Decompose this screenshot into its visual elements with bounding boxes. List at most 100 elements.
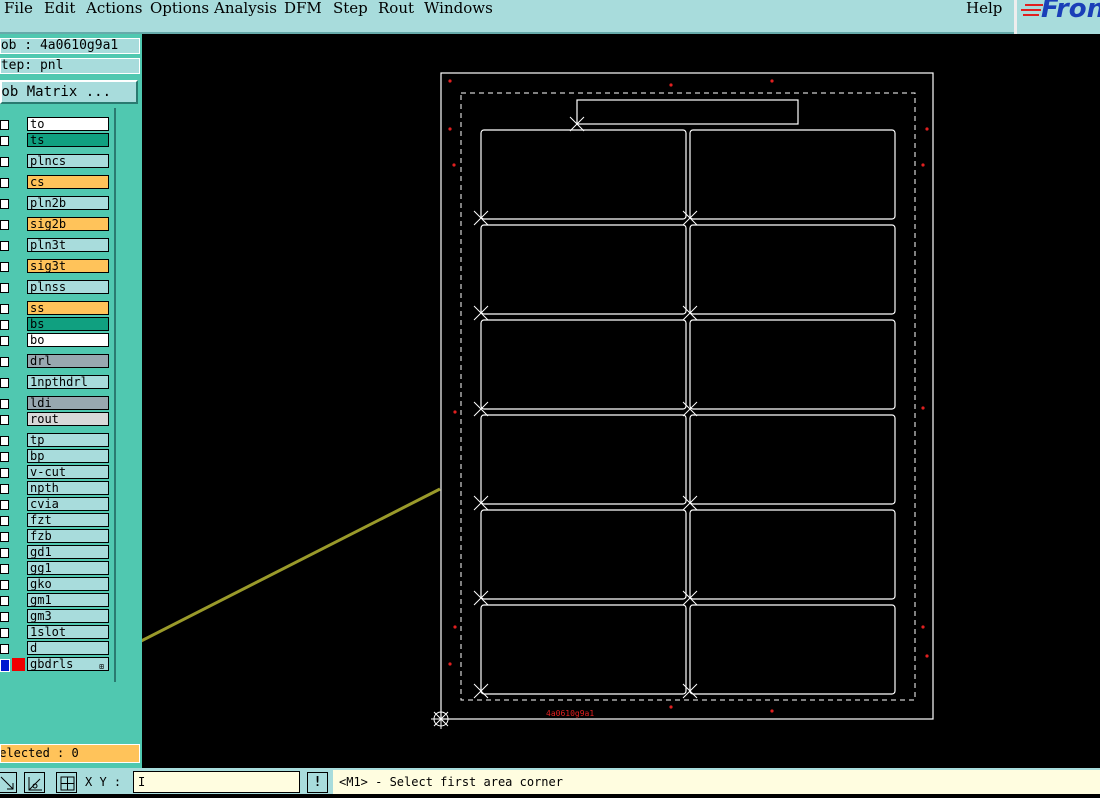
layer-row-drl[interactable]: drl	[0, 354, 112, 369]
layer-name[interactable]: d	[27, 641, 109, 655]
layer-checkbox[interactable]	[0, 399, 9, 409]
layer-row-gd1[interactable]: gd1	[0, 545, 112, 560]
layer-row-gbdrls[interactable]: gbdrls ⊞	[0, 657, 112, 672]
layer-name[interactable]: sig3t	[27, 259, 109, 273]
layer-checkbox[interactable]	[0, 580, 9, 590]
expand-icon[interactable]: ⊞	[99, 661, 104, 670]
layer-row-cs[interactable]: cs	[0, 175, 112, 190]
layer-name[interactable]: cs	[27, 175, 109, 189]
layer-checkbox[interactable]	[0, 136, 9, 146]
grid-tool-icon[interactable]	[56, 772, 77, 793]
layer-row-1npthdrl[interactable]: 1npthdrl	[0, 375, 112, 390]
layer-row-bp[interactable]: bp	[0, 449, 112, 464]
layer-row-v-cut[interactable]: v-cut	[0, 465, 112, 480]
layer-checkbox[interactable]	[0, 241, 9, 251]
layer-row-ss[interactable]: ss	[0, 301, 112, 316]
work-layer-indicator[interactable]	[12, 658, 25, 671]
menu-rout[interactable]: Rout	[378, 0, 414, 17]
layer-row-gko[interactable]: gko	[0, 577, 112, 592]
layer-row-bs[interactable]: bs	[0, 317, 112, 332]
layer-name[interactable]: to	[27, 117, 109, 131]
layer-name[interactable]: ss	[27, 301, 109, 315]
xy-coordinate-input[interactable]	[133, 771, 300, 793]
layer-checkbox[interactable]	[0, 612, 9, 622]
layer-name[interactable]: gbdrls ⊞	[27, 657, 109, 671]
layer-name[interactable]: plncs	[27, 154, 109, 168]
layer-name[interactable]: v-cut	[27, 465, 109, 479]
layer-row-plnss[interactable]: plnss	[0, 280, 112, 295]
layer-checkbox[interactable]	[0, 120, 9, 130]
layer-name[interactable]: cvia	[27, 497, 109, 511]
layer-row-plncs[interactable]: plncs	[0, 154, 112, 169]
layer-name[interactable]: pln2b	[27, 196, 109, 210]
layer-row-d[interactable]: d	[0, 641, 112, 656]
layer-row-rout[interactable]: rout	[0, 412, 112, 427]
layer-name[interactable]: gg1	[27, 561, 109, 575]
menu-edit[interactable]: Edit	[44, 0, 75, 17]
layer-checkbox[interactable]	[0, 532, 9, 542]
menu-step[interactable]: Step	[333, 0, 368, 17]
layer-checkbox[interactable]	[0, 628, 9, 638]
layer-name[interactable]: 1slot	[27, 625, 109, 639]
graphic-canvas[interactable]: 4a0610g9a1	[89, 34, 1100, 768]
layer-row-npth[interactable]: npth	[0, 481, 112, 496]
menu-help[interactable]: Help	[966, 0, 1002, 17]
layer-checkbox[interactable]	[0, 199, 9, 209]
layer-checkbox[interactable]	[0, 500, 9, 510]
layer-name[interactable]: npth	[27, 481, 109, 495]
job-matrix-button[interactable]: Job Matrix ...	[0, 80, 138, 104]
layer-row-1slot[interactable]: 1slot	[0, 625, 112, 640]
layer-checkbox[interactable]	[0, 283, 9, 293]
layer-checkbox[interactable]	[0, 220, 9, 230]
layer-checkbox[interactable]	[0, 304, 9, 314]
menu-dfm[interactable]: DFM	[284, 0, 322, 17]
layer-checkbox[interactable]	[0, 415, 9, 425]
layer-name[interactable]: bo	[27, 333, 109, 347]
layer-row-cvia[interactable]: cvia	[0, 497, 112, 512]
menu-options[interactable]: Options	[150, 0, 209, 17]
layer-name[interactable]: fzb	[27, 529, 109, 543]
layer-row-tp[interactable]: tp	[0, 433, 112, 448]
layer-checkbox[interactable]	[0, 484, 9, 494]
resize-tool-icon[interactable]	[0, 772, 17, 793]
layer-row-gg1[interactable]: gg1	[0, 561, 112, 576]
layer-name[interactable]: gd1	[27, 545, 109, 559]
layer-checkbox[interactable]	[0, 378, 9, 388]
menu-analysis[interactable]: Analysis	[214, 0, 277, 17]
layer-checkbox[interactable]	[0, 468, 9, 478]
layer-row-pln3t[interactable]: pln3t	[0, 238, 112, 253]
layer-checkbox[interactable]	[0, 516, 9, 526]
layer-row-fzb[interactable]: fzb	[0, 529, 112, 544]
layer-row-to[interactable]: to	[0, 117, 112, 132]
layer-checkbox[interactable]	[0, 452, 9, 462]
layer-checkbox[interactable]	[0, 178, 9, 188]
layer-checkbox[interactable]	[0, 548, 9, 558]
layer-name[interactable]: tp	[27, 433, 109, 447]
layer-row-gm3[interactable]: gm3	[0, 609, 112, 624]
layer-row-pln2b[interactable]: pln2b	[0, 196, 112, 211]
layer-checkbox[interactable]	[0, 320, 9, 330]
layer-name[interactable]: ldi	[27, 396, 109, 410]
layer-name[interactable]: bp	[27, 449, 109, 463]
menu-actions[interactable]: Actions	[86, 0, 142, 17]
layer-name[interactable]: 1npthdrl	[27, 375, 109, 389]
layer-name[interactable]: gko	[27, 577, 109, 591]
layer-row-sig2b[interactable]: sig2b	[0, 217, 112, 232]
layer-name[interactable]: gm1	[27, 593, 109, 607]
layer-checkbox[interactable]	[0, 157, 9, 167]
layer-name[interactable]: ts	[27, 133, 109, 147]
layer-row-fzt[interactable]: fzt	[0, 513, 112, 528]
excl-button[interactable]: !	[307, 772, 328, 793]
layer-row-bo[interactable]: bo	[0, 333, 112, 348]
menu-windows[interactable]: Windows	[424, 0, 493, 17]
layer-checkbox[interactable]	[0, 564, 9, 574]
layer-checkbox[interactable]	[0, 262, 9, 272]
layer-checkbox[interactable]	[0, 596, 9, 606]
layer-name[interactable]: plnss	[27, 280, 109, 294]
layer-row-sig3t[interactable]: sig3t	[0, 259, 112, 274]
measure-tool-icon[interactable]	[24, 772, 45, 793]
layer-name[interactable]: fzt	[27, 513, 109, 527]
affected-indicator[interactable]	[0, 659, 10, 672]
menu-file[interactable]: File	[4, 0, 33, 17]
layer-row-gm1[interactable]: gm1	[0, 593, 112, 608]
